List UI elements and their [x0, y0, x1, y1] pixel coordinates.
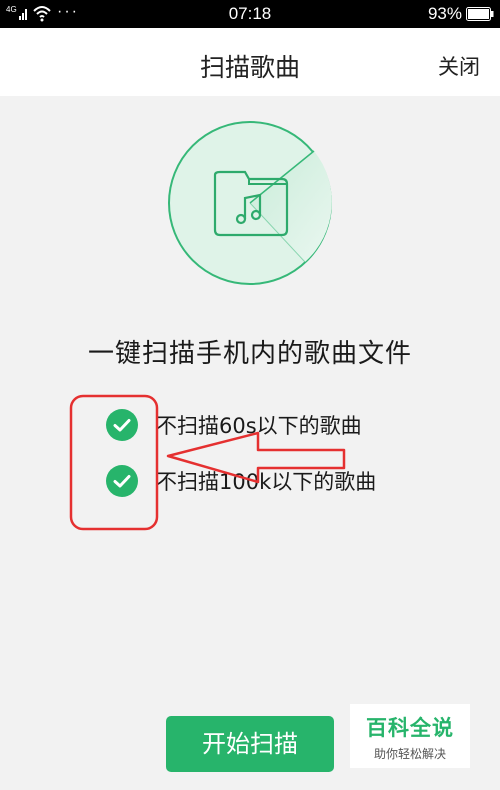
- checkmark-icon[interactable]: [106, 409, 138, 441]
- skip-short-songs-option[interactable]: 不扫描60s以下的歌曲: [106, 408, 362, 442]
- checkmark-icon[interactable]: [106, 465, 138, 497]
- scan-description: 一键扫描手机内的歌曲文件: [87, 339, 412, 369]
- status-bar: 4G ··· 07:18 93%: [0, 0, 500, 28]
- battery-percent: 93%: [427, 4, 462, 23]
- page-title: 扫描歌曲: [199, 53, 300, 82]
- skip-small-songs-option[interactable]: 不扫描100k以下的歌曲: [106, 464, 376, 498]
- watermark-logo: 百科全说 助你轻松解决: [350, 704, 470, 768]
- music-folder-icon: [168, 121, 332, 285]
- watermark-subtitle: 助你轻松解决: [373, 747, 446, 761]
- option-label: 不扫描60s以下的歌曲: [156, 414, 362, 438]
- option-label: 不扫描100k以下的歌曲: [156, 470, 377, 494]
- start-scan-button[interactable]: 开始扫描: [166, 716, 334, 772]
- header-bar: 扫描歌曲 关闭: [0, 28, 500, 96]
- close-button[interactable]: 关闭: [438, 51, 480, 81]
- battery-icon: [466, 7, 494, 21]
- watermark-title: 百科全说: [366, 716, 454, 740]
- status-time: 07:18: [228, 4, 272, 23]
